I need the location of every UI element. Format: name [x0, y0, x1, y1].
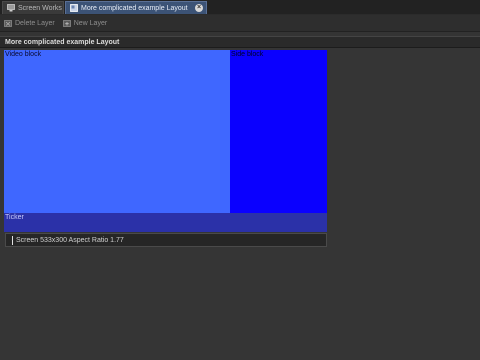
- layout-preview: Video block Side block Ticker: [4, 50, 327, 232]
- delete-layer-button[interactable]: Delete Layer: [4, 19, 55, 28]
- video-block[interactable]: Video block: [4, 50, 230, 213]
- toolbar: Delete Layer New Layer: [0, 15, 480, 32]
- side-block[interactable]: Side block: [230, 50, 327, 213]
- panel-title: More complicated example Layout: [0, 36, 480, 48]
- screen-status-bar: Screen 533x300 Aspect Ratio 1.77: [5, 233, 327, 247]
- side-block-label: Side block: [231, 51, 264, 58]
- video-block-label: Video block: [5, 51, 42, 58]
- tab-layout[interactable]: More complicated example Layout ×: [65, 1, 207, 14]
- monitor-icon: [7, 4, 15, 12]
- tab-bar: Screen Works More complicated example La…: [0, 0, 480, 15]
- tab-screen-works[interactable]: Screen Works: [2, 1, 64, 14]
- new-layer-icon: [62, 19, 72, 28]
- status-marker: [12, 235, 13, 245]
- tab-label: More complicated example Layout: [81, 4, 188, 12]
- new-layer-button[interactable]: New Layer: [62, 19, 108, 28]
- tab-label: Screen Works: [18, 4, 62, 12]
- delete-layer-label: Delete Layer: [15, 19, 55, 27]
- close-icon[interactable]: ×: [195, 4, 203, 12]
- ticker-block-label: Ticker: [5, 214, 24, 221]
- layout-icon: [70, 4, 78, 12]
- screen-info-text: Screen 533x300 Aspect Ratio 1.77: [16, 236, 124, 244]
- ticker-block[interactable]: Ticker: [4, 213, 327, 232]
- new-layer-label: New Layer: [73, 19, 108, 27]
- delete-layer-icon: [4, 19, 13, 28]
